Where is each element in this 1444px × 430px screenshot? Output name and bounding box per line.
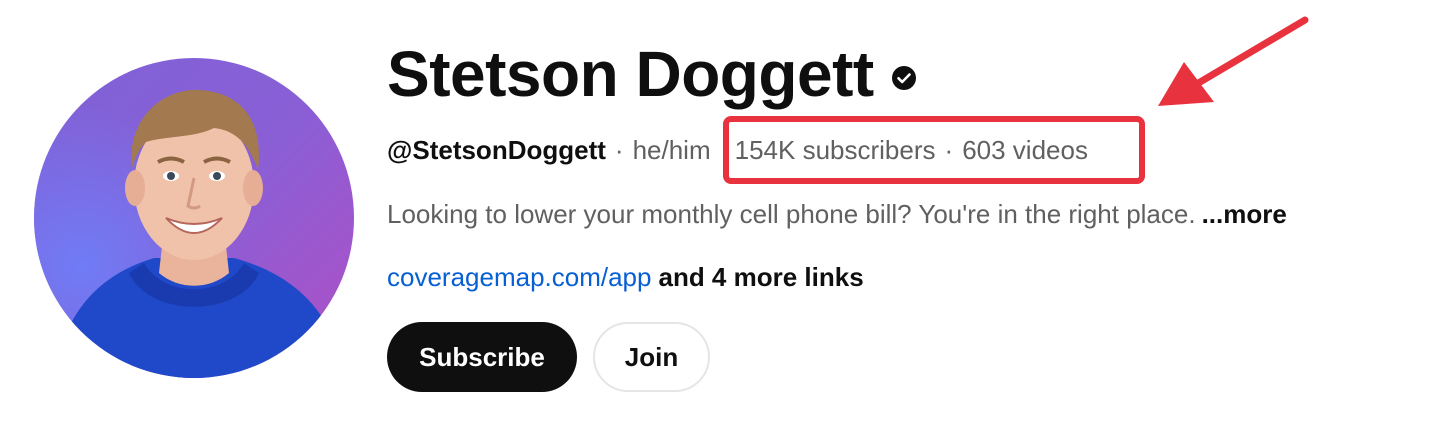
channel-pronouns: he/him — [632, 135, 711, 165]
subscribe-button[interactable]: Subscribe — [387, 322, 577, 392]
channel-name: Stetson Doggett — [387, 38, 874, 110]
more-links-button[interactable]: and 4 more links — [658, 262, 863, 292]
external-link[interactable]: coveragemap.com/app — [387, 262, 651, 292]
red-arrow-icon — [1158, 16, 1309, 106]
channel-links: coveragemap.com/app and 4 more links — [387, 259, 864, 295]
description-text: Looking to lower your monthly cell phone… — [387, 199, 1196, 229]
channel-handle: @StetsonDoggett — [387, 135, 606, 165]
avatar-image — [34, 58, 354, 378]
more-link[interactable]: ...more — [1202, 199, 1287, 229]
separator: · — [614, 135, 624, 165]
verified-check-icon — [891, 66, 916, 90]
join-button[interactable]: Join — [593, 322, 710, 392]
channel-avatar[interactable] — [34, 58, 354, 378]
channel-title-row: Stetson Doggett — [387, 36, 916, 112]
channel-description[interactable]: Looking to lower your monthly cell phone… — [387, 196, 1287, 232]
annotation-highlight-box — [723, 116, 1145, 184]
